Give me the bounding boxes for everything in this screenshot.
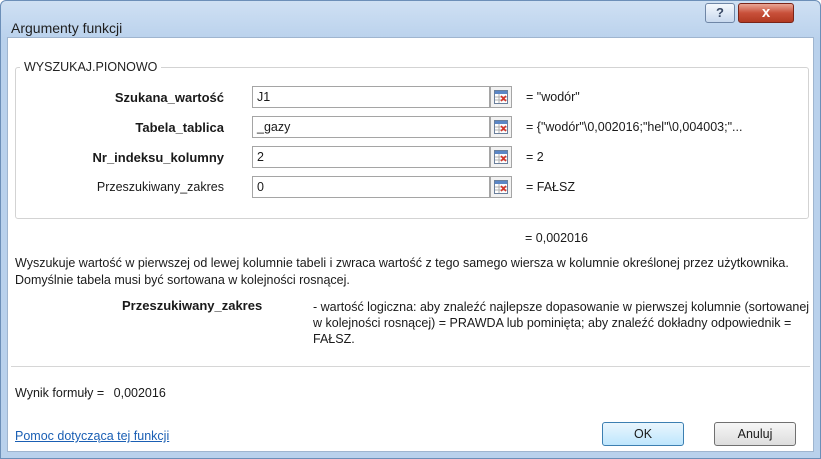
arg-help-text: - wartość logiczna: aby znaleźć najlepsz… (313, 300, 810, 346)
arg-input-4[interactable]: 0 (252, 176, 490, 198)
function-description: Wyszukuje wartość w pierwszej od lewej k… (15, 256, 789, 287)
title-bar[interactable]: Argumenty funkcji ? x (1, 1, 820, 37)
collapse-dialog-button-4[interactable] (490, 176, 512, 198)
function-arguments-dialog: Argumenty funkcji ? x Szukana_wartość J1 (0, 0, 821, 459)
formula-result: Wynik formuły = 0,002016 (15, 386, 166, 400)
function-name: WYSZUKAJ.PIONOWO (20, 60, 162, 74)
collapse-dialog-button-1[interactable] (490, 86, 512, 108)
help-link[interactable]: Pomoc dotycząca tej funkcji (15, 429, 169, 443)
function-result: = 0,002016 (525, 231, 588, 245)
close-button[interactable]: x (738, 3, 794, 23)
dialog-body: Szukana_wartość J1 = "wodór" Tabela_tabl… (7, 37, 814, 452)
divider (11, 366, 810, 367)
arg-help-name: Przeszukiwany_zakres (122, 298, 263, 313)
arg-row-3: Nr_indeksu_kolumny 2 = 2 (16, 146, 808, 170)
arg-result-3: = 2 (526, 150, 544, 164)
arg-label-4: Przeszukiwany_zakres (96, 180, 224, 194)
collapse-dialog-button-3[interactable] (490, 146, 512, 168)
formula-result-label: Wynik formuły = (15, 386, 105, 400)
cancel-button[interactable]: Anuluj (714, 422, 796, 446)
arg-result-2: = {"wodór"\0,002016;"hel"\0,004003;"... (526, 120, 743, 134)
formula-result-value: 0,002016 (113, 386, 166, 400)
dialog-title: Argumenty funkcji (11, 20, 123, 36)
collapse-dialog-icon (494, 150, 508, 164)
arg-input-1[interactable]: J1 (252, 86, 490, 108)
arg-input-2[interactable]: _gazy (252, 116, 490, 138)
collapse-dialog-icon (494, 90, 508, 104)
arg-label-2: Tabela_tablica (135, 120, 224, 135)
collapse-dialog-button-2[interactable] (490, 116, 512, 138)
arg-result-1: = "wodór" (526, 90, 580, 104)
arg-row-1: Szukana_wartość J1 = "wodór" (16, 86, 808, 110)
arg-row-2: Tabela_tablica _gazy = {"wodór"\0,002016… (16, 116, 808, 140)
arg-input-3[interactable]: 2 (252, 146, 490, 168)
arg-label-1: Szukana_wartość (114, 90, 224, 105)
ok-button[interactable]: OK (602, 422, 684, 446)
arg-label-3: Nr_indeksu_kolumny (92, 150, 225, 165)
arg-row-4: Przeszukiwany_zakres 0 = FAŁSZ (16, 176, 808, 200)
arguments-group: Szukana_wartość J1 = "wodór" Tabela_tabl… (15, 67, 809, 219)
collapse-dialog-icon (494, 120, 508, 134)
help-button[interactable]: ? (705, 3, 735, 23)
arg-result-4: = FAŁSZ (526, 180, 575, 194)
collapse-dialog-icon (494, 180, 508, 194)
